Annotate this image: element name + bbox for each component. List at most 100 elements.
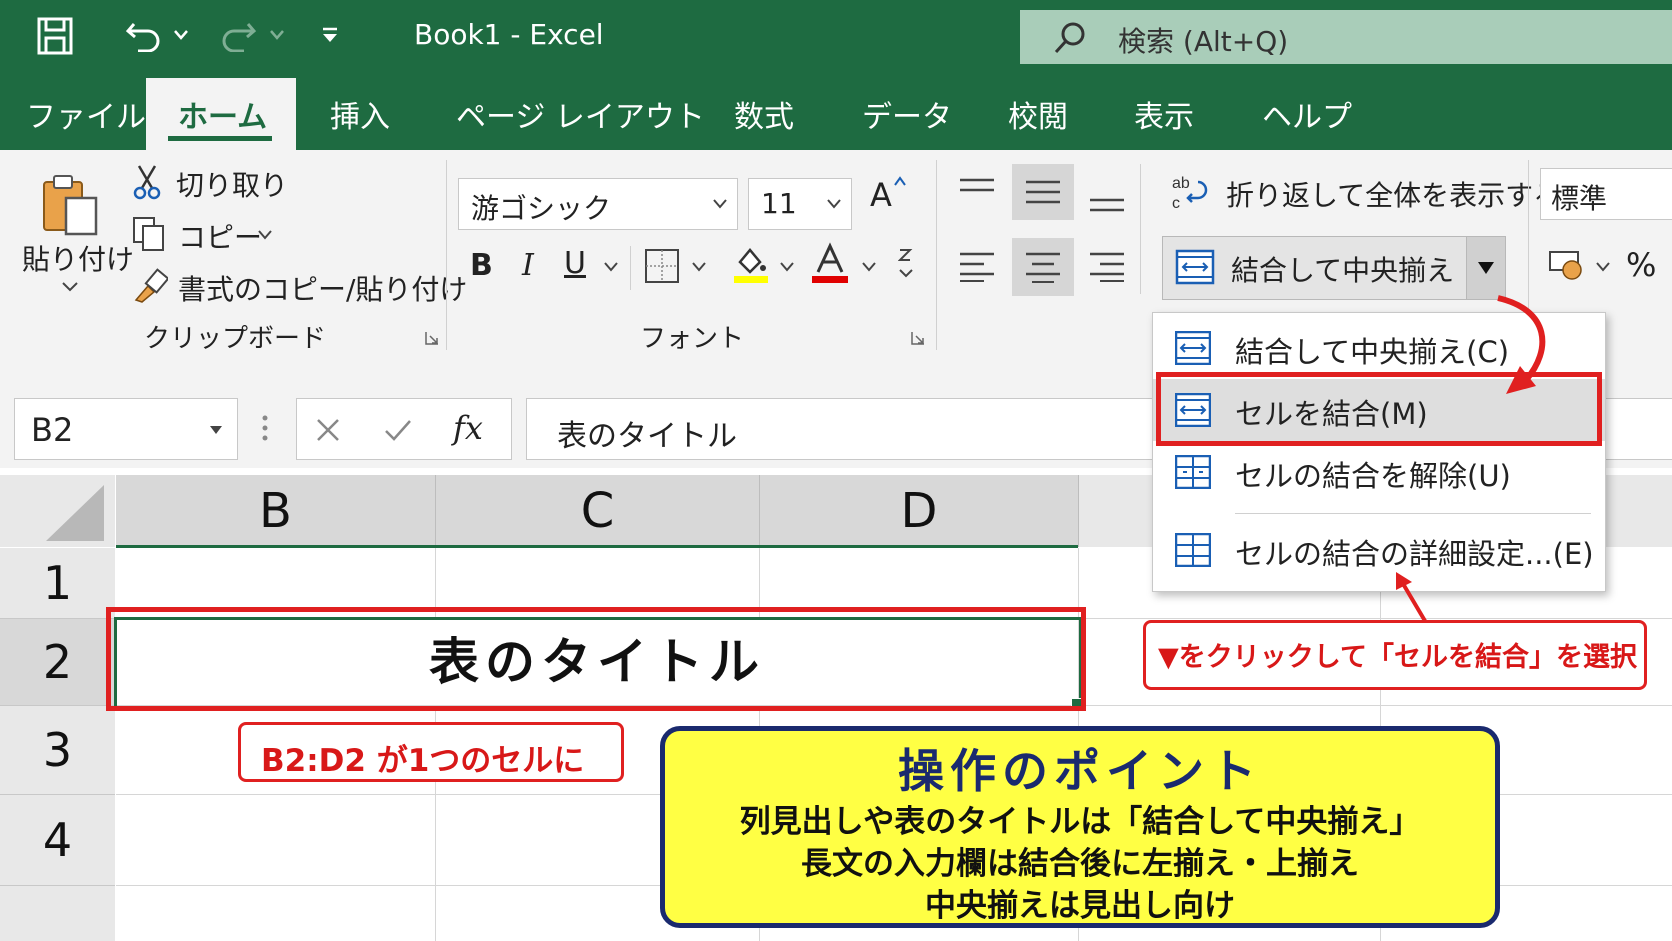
italic-button[interactable]: I — [522, 248, 534, 283]
number-format-value: 標準 — [1551, 182, 1608, 215]
search-placeholder: 検索 (Alt+Q) — [1118, 25, 1289, 58]
underline-dropdown-icon[interactable] — [604, 262, 618, 272]
tab-file[interactable]: ファイル — [26, 92, 146, 136]
font-name-dropdown[interactable]: 游ゴシック — [458, 178, 738, 230]
currency-dropdown-icon[interactable] — [1596, 262, 1610, 272]
name-box[interactable]: B2 — [14, 398, 238, 460]
curved-arrow-icon — [1497, 295, 1546, 394]
font-size-dropdown[interactable]: 11 — [748, 178, 852, 230]
tab-page-layout[interactable]: ページ レイアウト — [456, 92, 705, 136]
tab-home[interactable]: ホーム — [178, 92, 267, 136]
row-header-2[interactable]: 2 — [0, 619, 115, 706]
align-center-icon — [1026, 252, 1060, 283]
bold-button[interactable]: B — [470, 248, 493, 283]
align-middle-icon — [1026, 180, 1060, 204]
column-header-c[interactable]: C — [436, 475, 760, 547]
insert-function-button[interactable]: fx — [453, 409, 483, 447]
search-box[interactable]: 検索 (Alt+Q) — [1020, 10, 1672, 64]
tab-help[interactable]: ヘルプ — [1262, 92, 1352, 136]
menu-item-label: 結合して中央揃え(C) — [1235, 335, 1510, 369]
save-icon[interactable] — [36, 16, 74, 56]
font-color-dropdown-icon[interactable] — [862, 262, 876, 272]
selected-columns-indicator — [116, 545, 1078, 548]
tab-data[interactable]: データ — [862, 92, 952, 136]
tip-line: 長文の入力欄は結合後に左揃え・上揃え — [801, 846, 1359, 882]
align-right-icon[interactable] — [1088, 250, 1126, 282]
grow-font-label: A — [870, 176, 892, 214]
merged-note-callout: B2:D2 が1つのセルに — [238, 722, 624, 782]
font-launcher-icon[interactable] — [910, 330, 926, 346]
align-center-button[interactable] — [1012, 238, 1074, 296]
row-header-3[interactable]: 3 — [0, 706, 115, 795]
clipboard-launcher-icon[interactable] — [424, 330, 440, 346]
underline-button[interactable]: U — [564, 246, 586, 281]
unmerge-cells-icon — [1175, 455, 1211, 489]
group-separator — [936, 160, 937, 350]
tip-line: 中央揃えは見出し向け — [925, 888, 1235, 924]
instruction-callout: ▼をクリックして「セルを結合」を選択 — [1143, 620, 1647, 690]
svg-text:ab: ab — [1172, 175, 1190, 192]
menu-item-merge-settings[interactable]: セルの結合の詳細設定...(E) — [1153, 519, 1605, 581]
align-bottom-icon[interactable] — [1088, 182, 1126, 214]
tab-formulas[interactable]: 数式 — [734, 92, 794, 136]
align-middle-button[interactable] — [1012, 164, 1074, 220]
format-cells-icon — [1175, 533, 1211, 567]
merge-center-icon — [1175, 249, 1215, 285]
font-size-value: 11 — [761, 187, 797, 220]
align-top-icon[interactable] — [958, 176, 996, 208]
redo-dropdown-icon[interactable] — [270, 30, 284, 40]
menu-item-unmerge-cells[interactable]: セルの結合を解除(U) — [1153, 441, 1605, 503]
formula-content: 表のタイトル — [557, 419, 737, 454]
name-box-value: B2 — [31, 411, 74, 449]
triangle-down-icon — [1478, 262, 1494, 274]
tab-review[interactable]: 校閲 — [1008, 92, 1068, 136]
caret-up-icon — [894, 176, 906, 186]
formula-buttons: fx — [296, 398, 512, 460]
paste-dropdown-icon[interactable] — [62, 282, 78, 292]
redo-icon[interactable] — [218, 18, 258, 52]
group-separator — [446, 160, 447, 350]
font-color-icon[interactable] — [810, 242, 850, 284]
undo-dropdown-icon[interactable] — [174, 30, 188, 40]
wrap-text-label: 折り返して全体を表示する — [1226, 179, 1562, 212]
active-tab-underline — [168, 136, 272, 141]
borders-dropdown-icon[interactable] — [692, 262, 706, 272]
row-header-5[interactable] — [0, 886, 115, 941]
row-header-1[interactable]: 1 — [0, 548, 115, 619]
wrap-text-icon: ab c — [1172, 175, 1208, 212]
select-all-icon — [46, 485, 104, 541]
number-format-dropdown[interactable]: 標準 — [1540, 168, 1672, 220]
select-all-corner[interactable] — [0, 475, 115, 547]
merge-center-icon — [1175, 331, 1211, 365]
row-header-4[interactable]: 4 — [0, 795, 115, 886]
chevron-down-icon — [713, 199, 727, 209]
copy-label: コピー — [178, 221, 263, 254]
merged-cell-highlight — [106, 607, 1086, 711]
format-painter-label: 書式のコピー/貼り付け — [178, 273, 468, 306]
more-options-icon[interactable] — [262, 414, 268, 442]
cancel-icon[interactable] — [315, 417, 341, 443]
font-name-value: 游ゴシック — [471, 192, 612, 225]
alignment-separator — [1140, 164, 1141, 294]
align-left-icon[interactable] — [958, 250, 996, 282]
borders-icon[interactable] — [644, 248, 680, 284]
percent-style-button[interactable]: % — [1626, 246, 1656, 284]
tab-insert[interactable]: 挿入 — [330, 92, 390, 136]
fill-color-dropdown-icon[interactable] — [780, 262, 794, 272]
currency-format-icon[interactable] — [1548, 246, 1584, 282]
tab-view[interactable]: 表示 — [1134, 92, 1194, 136]
customize-toolbar-icon[interactable] — [320, 26, 340, 46]
phonetic-icon[interactable] — [898, 246, 914, 282]
column-header-b[interactable]: B — [116, 475, 436, 547]
menu-item-label: セルの結合の詳細設定...(E) — [1235, 537, 1594, 571]
column-header-d[interactable]: D — [760, 475, 1079, 547]
scissors-icon — [133, 165, 161, 200]
merge-center-button[interactable]: 結合して中央揃え — [1162, 236, 1506, 300]
tip-title: 操作のポイント — [898, 744, 1262, 798]
enter-icon[interactable] — [383, 417, 413, 443]
title-bar: Book1 - Excel 検索 (Alt+Q) — [0, 0, 1672, 72]
undo-icon[interactable] — [124, 18, 164, 52]
fill-color-icon[interactable] — [730, 244, 770, 284]
copy-dropdown-icon[interactable] — [258, 230, 272, 240]
font-separator — [630, 246, 631, 290]
